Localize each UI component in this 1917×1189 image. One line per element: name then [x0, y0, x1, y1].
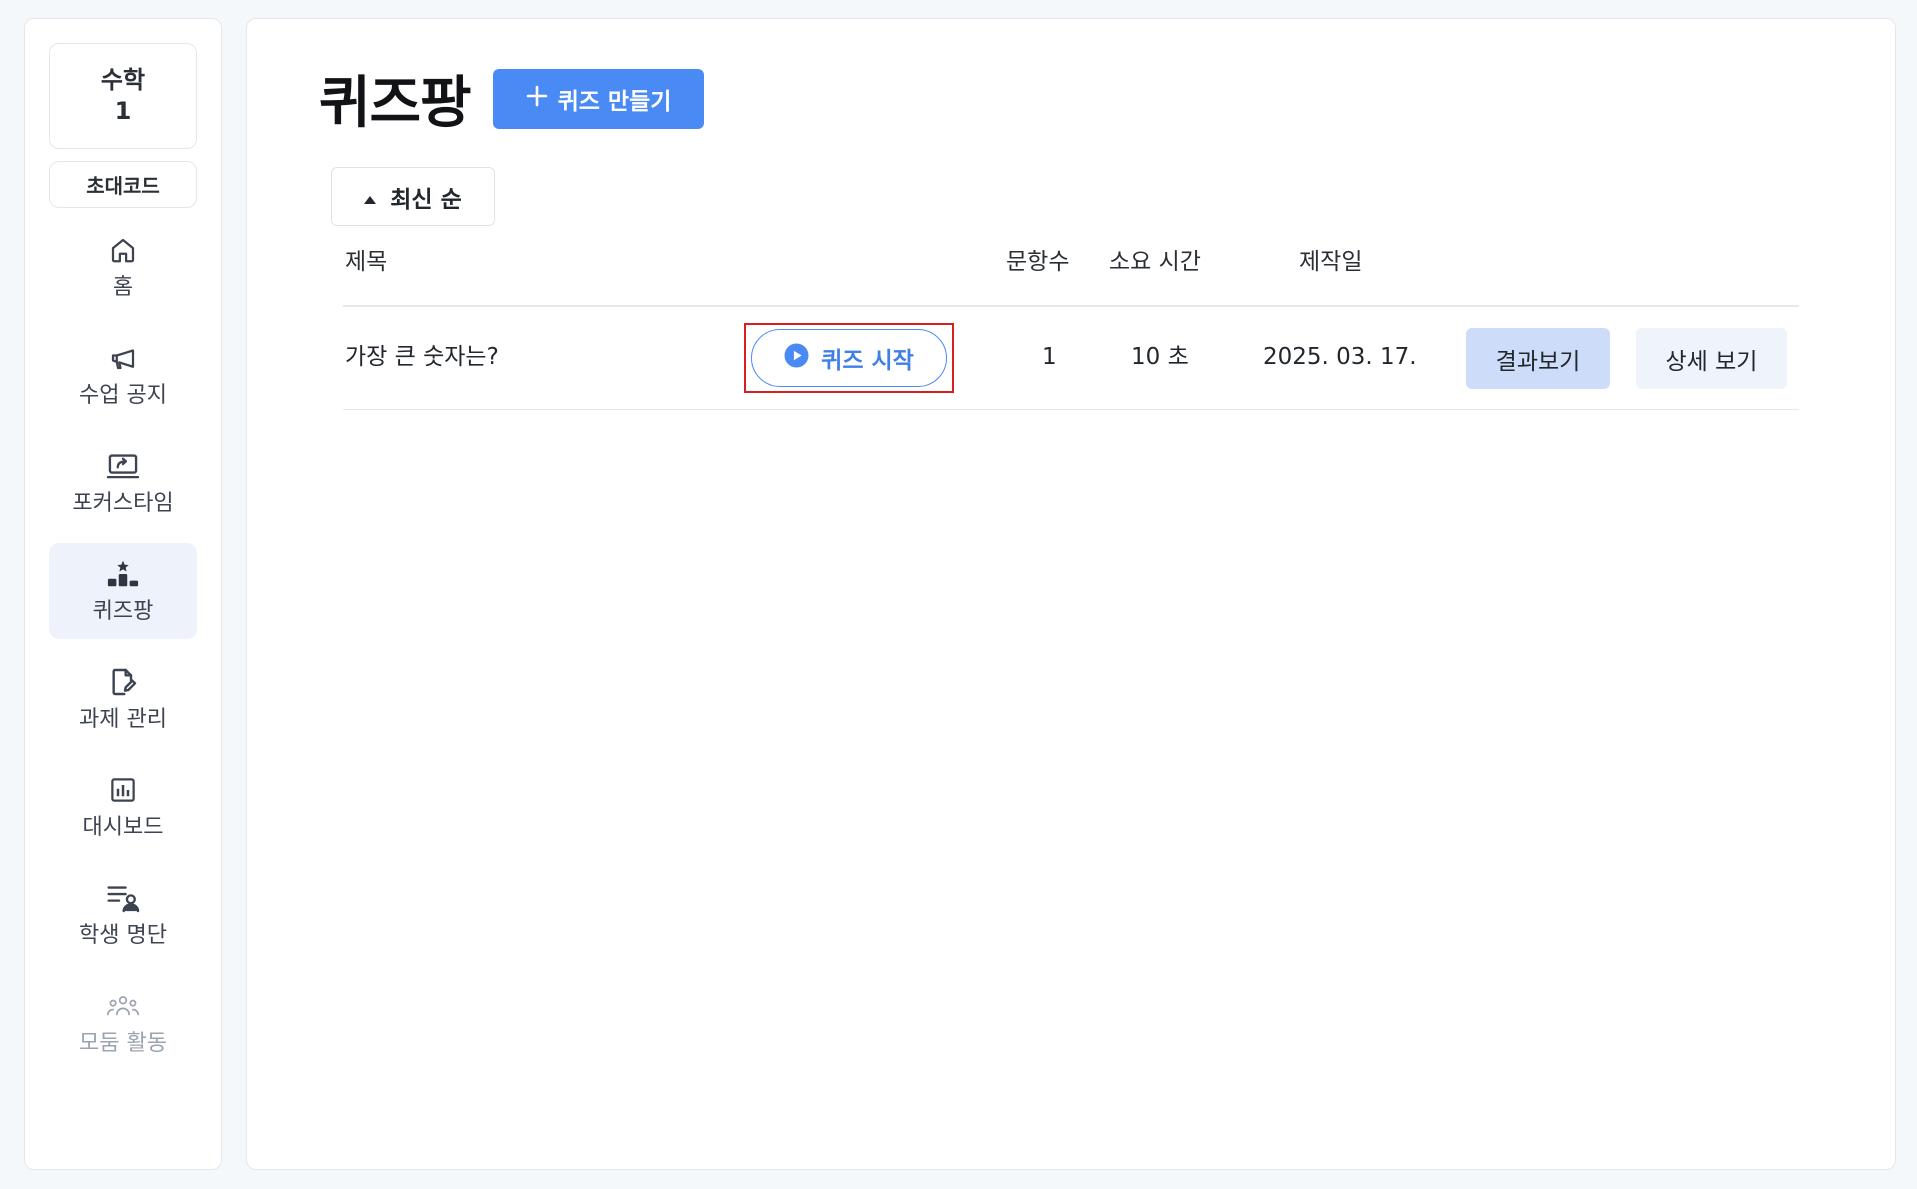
sidebar-item-dashboard[interactable]: 대시보드: [49, 759, 197, 855]
user-list-icon: [106, 881, 140, 915]
table-header-divider: [343, 305, 1799, 307]
sidebar-item-label: 과제 관리: [79, 707, 167, 732]
class-number: 1: [114, 97, 132, 125]
sidebar-item-roster[interactable]: 학생 명단: [49, 867, 197, 963]
sidebar-item-notice[interactable]: 수업 공지: [49, 327, 197, 423]
group-icon: [106, 989, 140, 1023]
table-row-divider: [343, 409, 1799, 410]
home-icon: [106, 233, 140, 267]
bar-chart-icon: [106, 773, 140, 807]
created-date: 2025. 03. 17.: [1263, 344, 1417, 370]
invite-code-button[interactable]: 초대코드: [49, 161, 197, 208]
sidebar: 수학 1 초대코드 홈 수업 공지 포커스타임 퀴즈팡 과제 관리 대시보드 학…: [24, 18, 222, 1170]
class-card[interactable]: 수학 1: [49, 43, 197, 149]
screen-share-icon: [106, 449, 140, 483]
column-header-created: 제작일: [1299, 249, 1363, 275]
sidebar-item-group[interactable]: 모둠 활동: [49, 975, 197, 1071]
column-header-title: 제목: [345, 249, 388, 275]
quiz-duration: 10 초: [1131, 344, 1189, 370]
sidebar-item-label: 학생 명단: [79, 923, 167, 948]
column-header-duration: 소요 시간: [1109, 249, 1201, 275]
plus-icon: [526, 85, 548, 113]
sidebar-item-label: 모둠 활동: [79, 1031, 167, 1056]
main-panel: 퀴즈팡 퀴즈 만들기 최신 순 제목 문항수 소요 시간 제작일 가장 큰 숫자…: [246, 18, 1896, 1170]
column-header-count: 문항수: [1006, 249, 1070, 275]
sidebar-item-label: 수업 공지: [79, 383, 167, 408]
megaphone-icon: [106, 341, 140, 375]
sidebar-item-label: 포커스타임: [72, 491, 174, 516]
podium-icon: [106, 557, 140, 591]
view-results-button[interactable]: 결과보기: [1466, 328, 1610, 389]
sidebar-item-label: 홈: [112, 275, 134, 300]
sidebar-item-quiz[interactable]: 퀴즈팡: [49, 543, 197, 639]
start-quiz-label: 퀴즈 시작: [821, 348, 914, 374]
sort-dropdown[interactable]: 최신 순: [331, 167, 495, 226]
sort-label: 최신 순: [390, 186, 462, 213]
file-edit-icon: [106, 665, 140, 699]
sidebar-item-label: 퀴즈팡: [92, 599, 154, 624]
create-quiz-label: 퀴즈 만들기: [557, 89, 672, 115]
sidebar-item-label: 대시보드: [82, 815, 164, 840]
create-quiz-button[interactable]: 퀴즈 만들기: [493, 69, 704, 129]
view-details-button[interactable]: 상세 보기: [1636, 328, 1787, 389]
highlight-frame: 퀴즈 시작: [744, 323, 954, 393]
start-quiz-button[interactable]: 퀴즈 시작: [751, 329, 947, 387]
page-title: 퀴즈팡: [319, 71, 472, 136]
question-count: 1: [1042, 344, 1057, 370]
sidebar-item-focus[interactable]: 포커스타임: [49, 435, 197, 531]
caret-up-icon: [364, 184, 377, 210]
quiz-title[interactable]: 가장 큰 숫자는?: [345, 342, 499, 372]
sidebar-item-home[interactable]: 홈: [49, 219, 197, 315]
play-circle-icon: [784, 343, 809, 374]
sidebar-item-assignment[interactable]: 과제 관리: [49, 651, 197, 747]
class-subject: 수학: [100, 66, 146, 94]
